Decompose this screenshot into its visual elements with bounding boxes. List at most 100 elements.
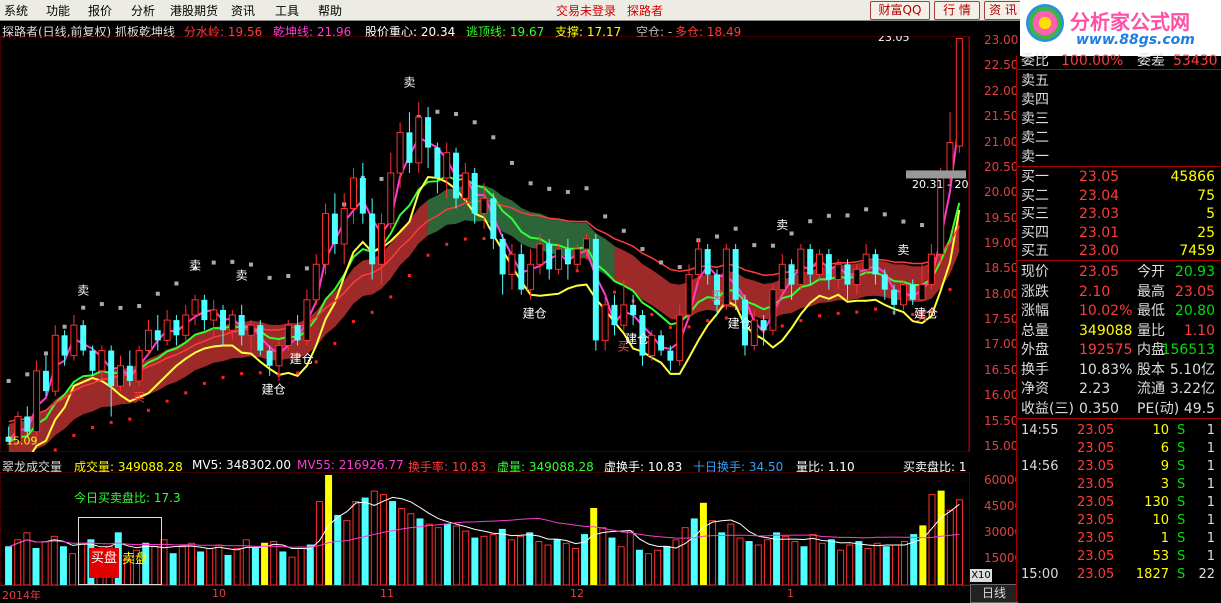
dotted-short-marker — [43, 351, 48, 356]
volume-bar — [242, 539, 250, 585]
dotted-short-marker — [659, 260, 664, 265]
volume-bar — [791, 541, 799, 585]
dotted-long-marker — [370, 310, 374, 314]
volume-bar — [946, 509, 954, 585]
stock-name-link[interactable]: 探路者 — [627, 2, 663, 19]
news-button[interactable]: 资 讯 — [984, 1, 1022, 20]
candle-body-up — [387, 172, 395, 225]
volume-bar — [434, 527, 442, 585]
volume-bar — [178, 546, 186, 585]
candle-body-up — [899, 284, 907, 306]
menu-analysis[interactable]: 分析 — [131, 2, 155, 19]
dotted-long-marker — [53, 448, 57, 452]
candle-body-up — [778, 263, 786, 291]
tick-row: 15:00 23.05 1827 S 22 — [1021, 567, 1215, 582]
candle-body-down — [518, 254, 525, 290]
volume-bar — [507, 539, 515, 585]
candle-body-down — [359, 178, 366, 214]
volume-bar — [398, 508, 406, 585]
dotted-long-marker — [296, 371, 300, 375]
trade-login-status[interactable]: 交易未登录 — [556, 2, 616, 19]
volume-bar — [306, 544, 314, 585]
candle-body-down — [24, 416, 31, 432]
dotted-short-marker — [789, 231, 794, 236]
volume-bar — [50, 535, 58, 585]
volume-bar — [654, 549, 662, 585]
volume-bar — [818, 542, 826, 585]
dotted-short-marker — [454, 112, 459, 117]
candle-body-down — [872, 254, 879, 275]
volume-bar — [635, 549, 643, 585]
volume-bar — [453, 525, 461, 585]
volume-bar — [553, 539, 561, 585]
wealth-qq-button[interactable]: 财富QQ — [870, 1, 930, 20]
volume-bar — [489, 534, 497, 585]
dotted-short-marker — [845, 213, 850, 218]
dotted-long-marker — [668, 325, 672, 329]
menu-tools[interactable]: 工具 — [275, 2, 299, 19]
dotted-long-marker — [687, 325, 691, 329]
dotted-short-marker — [472, 120, 477, 125]
tab-daily[interactable]: 日线 — [970, 584, 1018, 603]
volume-bar — [471, 537, 479, 585]
candle-body-down — [891, 289, 898, 305]
market-button[interactable]: 行 情 — [934, 1, 980, 20]
menu-system[interactable]: 系统 — [4, 2, 28, 19]
dotted-long-marker — [184, 391, 188, 395]
candle-body-up — [117, 365, 125, 387]
candle-body-up — [648, 334, 656, 357]
candle-body-up — [33, 370, 41, 433]
candle-body-up — [583, 238, 591, 250]
menu-quote[interactable]: 报价 — [88, 2, 112, 19]
volume-bar — [617, 546, 625, 585]
dotted-short-marker — [99, 302, 104, 307]
dotted-short-marker — [621, 228, 626, 233]
volume-bar — [608, 537, 616, 585]
candlestick-chart[interactable]: 卖卖卖卖卖卖买买买买建仓建仓建仓建仓建仓建仓23.0515.0920.31 - … — [0, 36, 970, 452]
price-axis-label: 16.50 — [984, 362, 1019, 377]
dotted-short-marker — [864, 207, 869, 212]
dotted-long-marker — [426, 253, 430, 257]
dotted-long-marker — [612, 290, 616, 294]
dotted-long-marker — [575, 269, 579, 273]
volume-bar — [361, 497, 369, 585]
candle-body-up — [797, 248, 805, 286]
menu-help[interactable]: 帮助 — [318, 2, 342, 19]
buy-level-row: 买三 23.03 5 — [1021, 206, 1215, 222]
dotted-short-marker — [6, 378, 11, 383]
dotted-long-marker — [314, 360, 318, 364]
volume-bar — [590, 508, 598, 585]
volume-bar — [233, 547, 241, 585]
tick-row: 23.05 53 S 1 — [1077, 549, 1215, 564]
buy-level-row: 买五 23.00 7459 — [1021, 243, 1215, 259]
menu-hk-futures[interactable]: 港股期货 — [170, 2, 218, 19]
price-axis-label: 23.00 — [984, 33, 1019, 48]
quote-panel: 委比 100.00% 委差 53430 卖五 卖四 卖三 卖二 卖一 买一 23.05 45… — [1016, 53, 1221, 601]
volume-bar — [800, 546, 808, 585]
volume-bar — [462, 530, 470, 585]
menu-function[interactable]: 功能 — [46, 2, 70, 19]
volume-bar — [681, 527, 689, 585]
zoom-x10-button[interactable]: X10 — [970, 569, 992, 582]
dotted-short-marker — [733, 226, 738, 231]
price-axis-label: 15.00 — [984, 438, 1019, 453]
volume-bar — [782, 535, 790, 585]
volume-bar — [901, 541, 909, 585]
candle-body-up — [676, 314, 684, 362]
price-axis-label: 20.50 — [984, 159, 1019, 174]
dotted-long-marker — [873, 307, 877, 311]
candle-body-down — [238, 315, 245, 336]
candle-body-up — [750, 319, 758, 346]
dotted-short-marker — [267, 275, 272, 280]
sell-level-row: 卖一 — [1021, 149, 1049, 165]
dotted-short-marker — [808, 219, 813, 224]
candle-body-up — [555, 248, 563, 270]
menu-news[interactable]: 资讯 — [231, 2, 255, 19]
candle-body-up — [853, 268, 861, 286]
price-axis-label: 21.00 — [984, 134, 1019, 149]
build-signal: 建仓 — [914, 307, 938, 321]
candle-body-up — [527, 263, 535, 291]
candle-body-up — [182, 314, 190, 336]
candle-body-down — [61, 335, 68, 356]
flower-logo-icon — [1026, 4, 1064, 42]
